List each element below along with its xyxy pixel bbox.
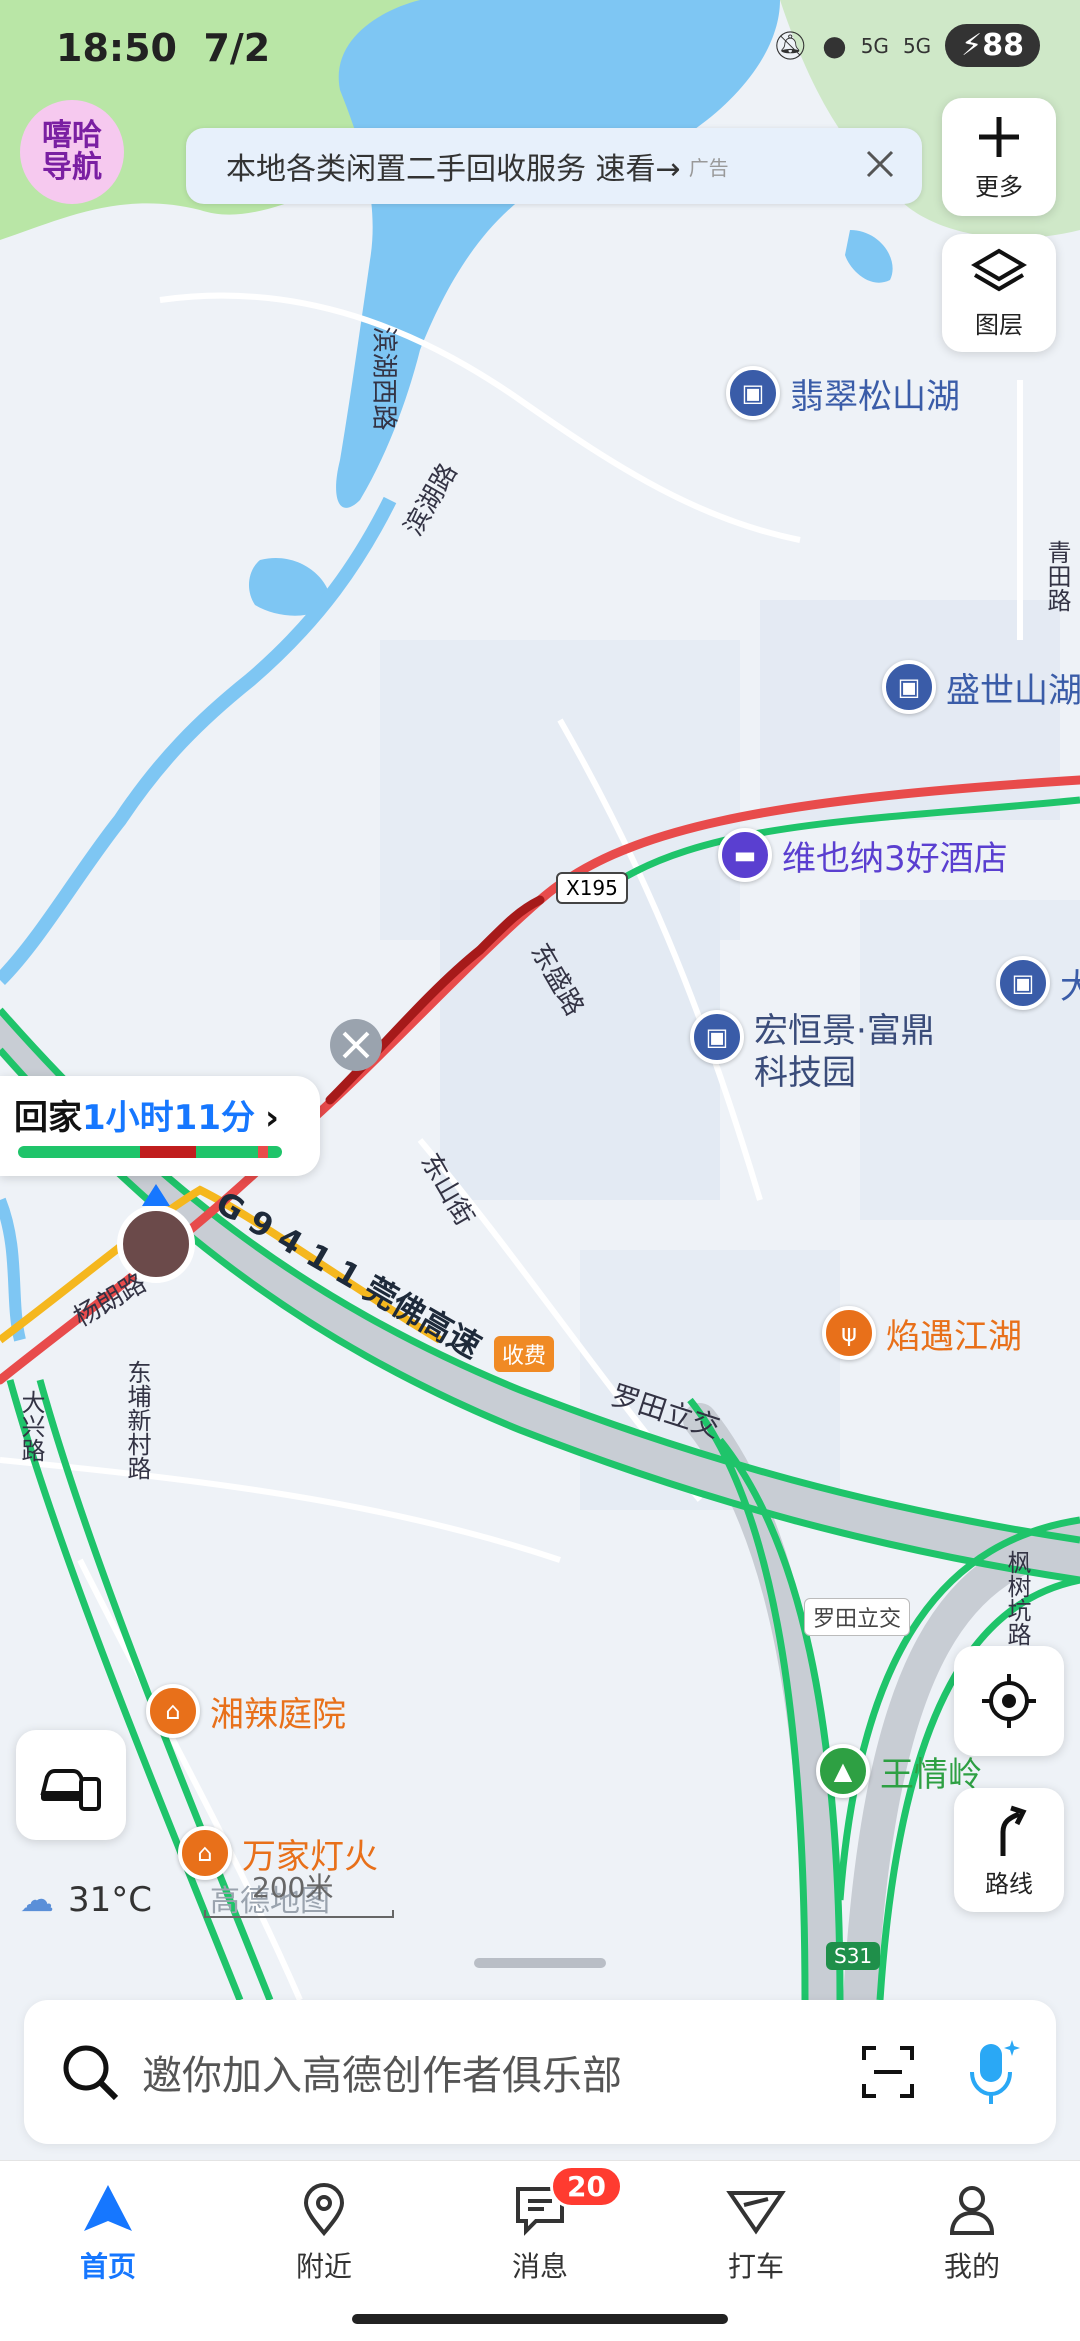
road-label: 青田路 <box>1043 540 1071 612</box>
poi-label: 翡翠松山湖 <box>790 376 960 417</box>
road-label: 枫树坑路 <box>1003 1550 1031 1646</box>
scale-label: 200米 <box>252 1871 334 1904</box>
tab-label: 附近 <box>295 2250 352 2283</box>
route-button[interactable]: 路线 <box>954 1788 1064 1912</box>
poi-label: 大 <box>1060 966 1080 1007</box>
battery-indicator: ⚡88 <box>945 24 1040 67</box>
more-button[interactable]: 更多 <box>942 98 1056 216</box>
poi-feicui[interactable]: ▣ 翡翠松山湖 <box>726 366 960 420</box>
status-date: 7/2 <box>203 26 271 70</box>
tab-label: 打车 <box>727 2250 784 2283</box>
route-home-label: 回家 <box>14 1098 82 1138</box>
home-indicator <box>352 2314 728 2324</box>
app-logo[interactable]: 嘻哈导航 <box>20 100 124 204</box>
restaurant-icon: ⌂ <box>178 1826 232 1880</box>
signal-icon: 5G <box>902 33 932 58</box>
taxi-icon <box>726 2191 786 2235</box>
logo-text: 嘻哈导航 <box>42 118 102 185</box>
building-icon: ▣ <box>882 660 936 714</box>
traffic-bar <box>18 1146 282 1158</box>
ad-tag: 广告 <box>688 155 729 180</box>
ad-text[interactable]: 本地各类闲置二手回收服务 速看→ <box>226 144 681 188</box>
tab-home[interactable]: 首页 <box>0 2161 216 2341</box>
route-duration: 1小时11分 <box>82 1098 255 1138</box>
poi-xiangla[interactable]: ⌂ 湘辣庭院 <box>146 1684 346 1738</box>
building-icon: ▣ <box>726 366 780 420</box>
system-icons: 🔕︎ ● 5G 5G ⚡88 <box>773 24 1040 67</box>
tab-label: 首页 <box>79 2250 136 2283</box>
poi-wangqingling[interactable]: ▲ 王情岭 <box>816 1744 982 1798</box>
crosshair-icon <box>982 1674 1036 1728</box>
car-phone-icon <box>40 1769 101 1811</box>
user-icon <box>949 2186 995 2235</box>
status-time: 18:50 7/2 <box>56 26 271 70</box>
layers-label: 图层 <box>975 310 1023 339</box>
close-icon[interactable] <box>854 138 906 190</box>
poi-yanyu[interactable]: ψ 焰遇江湖 <box>822 1306 1022 1360</box>
layers-button[interactable]: 图层 <box>942 234 1056 352</box>
interchange-label: 罗田立交 <box>804 1598 911 1636</box>
hotel-icon: ▬ <box>718 828 772 882</box>
scale-bar <box>204 1910 394 1918</box>
poi-label: 焰遇江湖 <box>886 1316 1022 1357</box>
drive-mode-button[interactable] <box>16 1730 126 1840</box>
status-bar: 18:50 7/2 🔕︎ ● 5G 5G ⚡88 <box>0 0 1080 100</box>
poi-label: 湘辣庭院 <box>210 1694 346 1735</box>
search-icon <box>63 2045 119 2101</box>
restaurant-icon: ψ <box>822 1306 876 1360</box>
building-icon: ▣ <box>996 956 1050 1010</box>
route-arrow-icon <box>1000 1805 1027 1856</box>
layers-icon <box>971 248 1027 291</box>
chevron-right-icon: › <box>264 1098 279 1138</box>
scan-icon[interactable] <box>858 2042 918 2102</box>
voice-mic-icon[interactable] <box>962 2036 1022 2108</box>
message-count-badge: 20 <box>550 2165 623 2208</box>
poi-vienna-hotel[interactable]: ▬ 维也纳3好酒店 <box>718 828 1008 882</box>
road-label: 东埔新村路 <box>123 1360 151 1480</box>
poi-shengshi[interactable]: ▣ 盛世山湖 <box>882 660 1080 714</box>
road-label: 滨湖西路 <box>368 326 399 431</box>
search-input[interactable]: 邀你加入高德创作者俱乐部 <box>142 2043 858 2101</box>
route-home-card[interactable]: 回家1小时11分 › <box>0 1076 320 1176</box>
building-icon: ▣ <box>690 1010 744 1064</box>
cloud-icon: ☁ <box>20 1880 54 1920</box>
tab-label: 我的 <box>943 2250 1000 2283</box>
poi-label: 盛世山湖 <box>946 670 1080 711</box>
location-icon: ● <box>822 29 847 62</box>
mountain-icon: ▲ <box>816 1744 870 1798</box>
road-label: 大兴路 <box>17 1390 45 1462</box>
toll-marker: 收费 <box>494 1336 555 1372</box>
poi-hongheng[interactable]: ▣ 宏恒景·富鼎 科技园 <box>690 1010 935 1094</box>
poi-label: 宏恒景·富鼎 科技园 <box>754 1011 935 1093</box>
navigation-arrow-icon <box>84 2185 132 2231</box>
location-pin-icon <box>303 2182 345 2237</box>
more-label: 更多 <box>975 172 1023 201</box>
road-shield: S31 <box>826 1942 881 1970</box>
road-shield: X195 <box>556 872 628 904</box>
signal-icon: 5G <box>860 33 889 58</box>
route-label: 路线 <box>985 1869 1033 1898</box>
weather: ☁ 31°C <box>20 1880 152 1920</box>
poi-label: 维也纳3好酒店 <box>782 838 1008 879</box>
drag-handle[interactable] <box>474 1958 606 1968</box>
poi-partial[interactable]: ▣ 大 <box>996 956 1080 1010</box>
locate-button[interactable] <box>954 1646 1064 1756</box>
plus-icon <box>979 116 1019 157</box>
ad-banner[interactable]: 本地各类闲置二手回收服务 速看→ 广告 <box>186 128 922 204</box>
temperature: 31°C <box>68 1880 153 1920</box>
search-bar[interactable]: 邀你加入高德创作者俱乐部 <box>24 2000 1056 2144</box>
tab-profile[interactable]: 我的 <box>864 2161 1080 2341</box>
mute-icon: 🔕︎ <box>772 29 809 62</box>
restaurant-icon: ⌂ <box>146 1684 200 1738</box>
tab-label: 消息 <box>511 2250 568 2283</box>
